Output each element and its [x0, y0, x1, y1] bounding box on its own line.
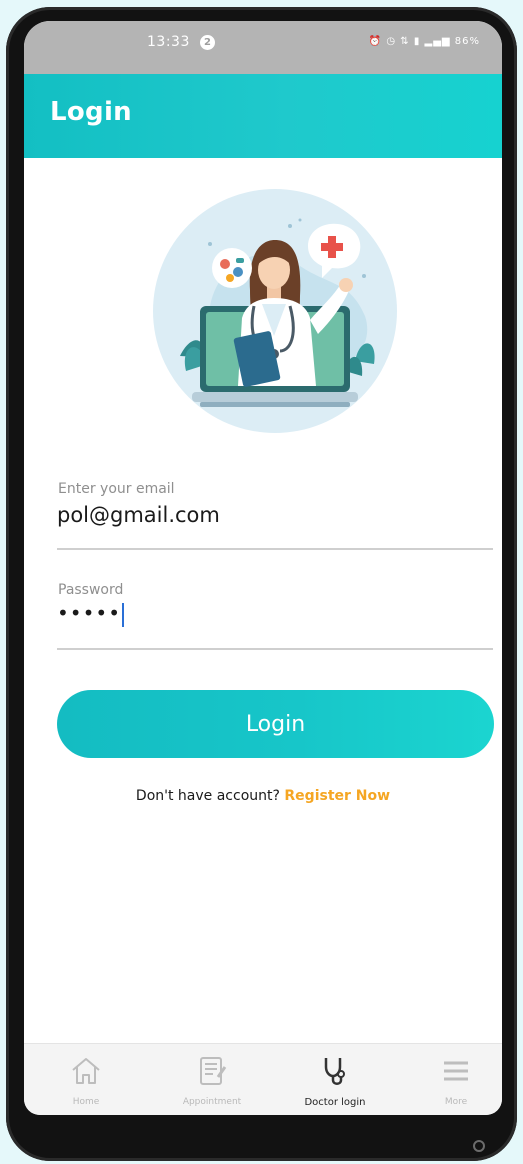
text-caret	[121, 602, 124, 627]
page-title: Login	[50, 97, 132, 127]
email-underline	[57, 548, 493, 550]
home-icon	[72, 1058, 100, 1084]
email-label: Enter your email	[58, 481, 175, 497]
gesture-indicator	[473, 1140, 485, 1152]
phone-screen: 13:33 2 ⏰ ◷ ⇅ ▮ ▂▄▆ 86% Login Enter your…	[24, 21, 502, 1115]
nav-label-home: Home	[72, 1097, 100, 1107]
nav-item-doctor-login[interactable]: Doctor login	[280, 1044, 390, 1115]
doctor-illustration	[153, 189, 397, 433]
nav-item-home[interactable]: Home	[31, 1044, 141, 1115]
password-field[interactable]: •••••	[57, 601, 124, 627]
stethoscope-icon	[324, 1058, 345, 1085]
register-prompt: Don't have account?	[135, 788, 280, 804]
password-label: Password	[58, 582, 124, 598]
email-field[interactable]: pol@gmail.com	[57, 503, 220, 527]
clipboard-icon	[200, 1057, 227, 1085]
bottom-navigation: Home Appointment Doctor login More	[24, 1043, 502, 1115]
nav-label-doctor-login: Doctor login	[304, 1097, 366, 1108]
password-underline	[57, 648, 493, 650]
app-bar: Login	[24, 74, 502, 158]
menu-icon	[444, 1061, 468, 1081]
phone-frame: 13:33 2 ⏰ ◷ ⇅ ▮ ▂▄▆ 86% Login Enter your…	[6, 7, 517, 1161]
status-bar: 13:33 2 ⏰ ◷ ⇅ ▮ ▂▄▆ 86%	[24, 21, 502, 74]
login-button[interactable]: Login	[57, 690, 494, 758]
nav-item-more[interactable]: More	[401, 1044, 502, 1115]
status-indicators: ⏰ ◷ ⇅ ▮ ▂▄▆ 86%	[368, 36, 480, 47]
status-time: 13:33	[147, 34, 190, 50]
nav-label-appointment: Appointment	[182, 1097, 242, 1107]
nav-item-appointment[interactable]: Appointment	[157, 1044, 267, 1115]
register-row: Don't have account? Register Now	[24, 788, 502, 804]
nav-label-more: More	[444, 1097, 468, 1107]
notification-badge: 2	[200, 35, 215, 50]
register-now-link[interactable]: Register Now	[284, 788, 390, 804]
password-masked-value: •••••	[57, 601, 121, 625]
